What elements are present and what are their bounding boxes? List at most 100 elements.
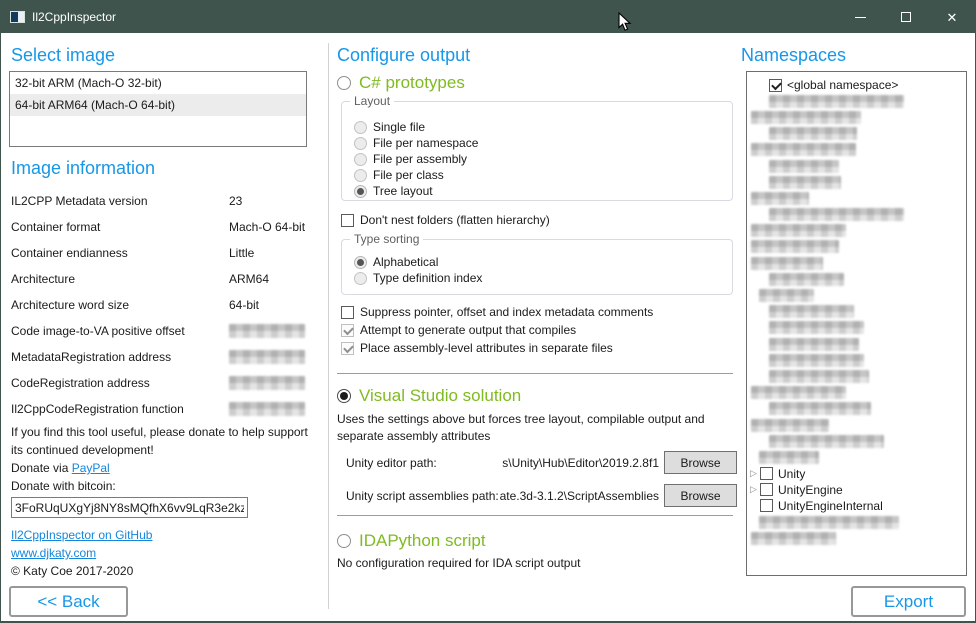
- namespaces-listbox: <global namespace> ▷ Unity ▷ UnityEngine…: [746, 71, 967, 576]
- namespace-row-unityengineinternal[interactable]: UnityEngineInternal: [747, 498, 966, 514]
- layout-option-file-per-assembly[interactable]: File per assembly: [354, 151, 732, 167]
- visual-studio-solution-radio[interactable]: Visual Studio solution: [337, 386, 521, 406]
- paypal-link[interactable]: PayPal: [72, 461, 110, 475]
- mouse-cursor: [618, 12, 632, 32]
- redacted-namespace-rows: [747, 93, 966, 465]
- radio-icon: [354, 121, 367, 134]
- close-button[interactable]: ✕: [929, 1, 975, 33]
- info-row: ArchitectureARM64: [11, 266, 317, 292]
- csharp-prototypes-label: C# prototypes: [359, 73, 465, 93]
- idapython-script-radio[interactable]: IDAPython script: [337, 531, 486, 551]
- unity-script-path-value: ate.3d-3.1.2\ScriptAssemblies: [500, 489, 659, 503]
- checkbox-icon[interactable]: [760, 499, 773, 512]
- info-value: 23: [229, 194, 242, 208]
- image-list-item[interactable]: 32-bit ARM (Mach-O 32-bit): [10, 72, 306, 94]
- namespace-row-redacted: [747, 320, 966, 336]
- radio-icon: [354, 153, 367, 166]
- layout-option-file-per-namespace[interactable]: File per namespace: [354, 135, 732, 151]
- namespace-row-redacted: [747, 142, 966, 158]
- info-row: IL2CPP Metadata version23: [11, 188, 317, 214]
- suppress-metadata-comments-checkbox[interactable]: Suppress pointer, offset and index metad…: [341, 305, 653, 319]
- checkbox-icon[interactable]: [760, 467, 773, 480]
- unity-editor-path-row: Unity editor path: s\Unity\Hub\Editor\20…: [337, 451, 739, 475]
- type-sorting-alphabetical[interactable]: Alphabetical: [354, 254, 732, 270]
- flatten-hierarchy-checkbox[interactable]: Don't nest folders (flatten hierarchy): [341, 213, 550, 227]
- chevron-right-icon[interactable]: ▷: [747, 468, 760, 479]
- namespace-row-redacted: [747, 271, 966, 287]
- select-image-heading: Select image: [11, 45, 115, 66]
- namespace-row-redacted: [747, 126, 966, 142]
- namespaces-heading: Namespaces: [741, 45, 846, 66]
- browse-editor-path-button[interactable]: Browse: [664, 451, 737, 474]
- radio-icon: [354, 272, 367, 285]
- namespace-row-redacted: [747, 109, 966, 125]
- namespace-row-redacted: [747, 158, 966, 174]
- maximize-button[interactable]: [883, 1, 929, 33]
- csharp-prototypes-radio[interactable]: C# prototypes: [337, 73, 465, 93]
- namespace-row-redacted: [747, 93, 966, 109]
- layout-option-single-file[interactable]: Single file: [354, 119, 732, 135]
- namespace-row-redacted: [747, 239, 966, 255]
- checkbox-icon: [341, 306, 354, 319]
- back-button[interactable]: << Back: [9, 586, 128, 617]
- website-link[interactable]: www.djkaty.com: [11, 546, 96, 560]
- namespace-row-redacted: [747, 449, 966, 465]
- checkbox-icon[interactable]: [769, 79, 782, 92]
- export-button[interactable]: Export: [851, 586, 966, 617]
- assembly-attributes-checkbox[interactable]: Place assembly-level attributes in separ…: [341, 341, 613, 355]
- title-bar: Il2CppInspector ✕: [1, 1, 975, 33]
- ida-description: No configuration required for IDA script…: [337, 555, 729, 572]
- maximize-icon: [901, 12, 911, 22]
- radio-icon: [337, 76, 351, 90]
- info-value: 64-bit: [229, 298, 259, 312]
- visual-studio-solution-label: Visual Studio solution: [359, 386, 521, 406]
- radio-icon: [354, 137, 367, 150]
- namespace-row-unityengine[interactable]: ▷ UnityEngine: [747, 482, 966, 498]
- namespace-row-redacted: [747, 514, 966, 530]
- app-window: Il2CppInspector ✕ Select image 32-bit AR…: [0, 0, 976, 623]
- radio-icon: [354, 256, 367, 269]
- type-sorting-group-title: Type sorting: [350, 232, 423, 246]
- checkbox-icon: [341, 214, 354, 227]
- attempt-compile-checkbox[interactable]: Attempt to generate output that compiles: [341, 323, 576, 337]
- namespace-row-redacted: [747, 255, 966, 271]
- redacted-namespace-rows: [747, 514, 966, 546]
- redacted-value: [229, 324, 305, 338]
- image-list-item-selected[interactable]: 64-bit ARM64 (Mach-O 64-bit): [10, 94, 306, 116]
- namespace-row-redacted: [747, 207, 966, 223]
- checkbox-icon[interactable]: [760, 483, 773, 496]
- redacted-value: [229, 402, 305, 416]
- info-value: Mach-O 64-bit: [229, 220, 305, 234]
- chevron-right-icon[interactable]: ▷: [747, 484, 760, 495]
- bitcoin-label: Donate with bitcoin:: [11, 477, 317, 495]
- configure-output-heading: Configure output: [337, 45, 470, 66]
- radio-icon: [337, 534, 351, 548]
- namespace-row-redacted: [747, 190, 966, 206]
- vs-description: Uses the settings above but forces tree …: [337, 411, 729, 445]
- layout-option-file-per-class[interactable]: File per class: [354, 167, 732, 183]
- info-row: Code image-to-VA positive offset: [11, 318, 317, 344]
- unity-script-path-label: Unity script assemblies path:: [346, 489, 499, 503]
- namespace-row-global[interactable]: <global namespace>: [747, 77, 966, 93]
- minimize-button[interactable]: [837, 1, 883, 33]
- links-section: Il2CppInspector on GitHub www.djkaty.com…: [11, 526, 152, 580]
- radio-icon: [337, 389, 351, 403]
- bitcoin-address-input[interactable]: [11, 497, 248, 518]
- layout-option-tree-layout[interactable]: Tree layout: [354, 183, 732, 199]
- window-title: Il2CppInspector: [32, 10, 116, 24]
- radio-icon: [354, 185, 367, 198]
- info-row: Architecture word size64-bit: [11, 292, 317, 318]
- unity-editor-path-value: s\Unity\Hub\Editor\2019.2.8f1: [502, 456, 659, 470]
- checkbox-icon: [341, 324, 354, 337]
- info-row: Il2CppCodeRegistration function: [11, 396, 317, 422]
- github-link[interactable]: Il2CppInspector on GitHub: [11, 528, 152, 542]
- app-icon: [10, 11, 25, 23]
- info-row: Container endiannessLittle: [11, 240, 317, 266]
- namespace-row-redacted: [747, 174, 966, 190]
- namespace-row-unity[interactable]: ▷ Unity: [747, 466, 966, 482]
- info-row: Container formatMach-O 64-bit: [11, 214, 317, 240]
- browse-script-path-button[interactable]: Browse: [664, 484, 737, 507]
- type-sorting-definition-index[interactable]: Type definition index: [354, 270, 732, 286]
- namespace-row-redacted: [747, 223, 966, 239]
- redacted-value: [229, 376, 305, 390]
